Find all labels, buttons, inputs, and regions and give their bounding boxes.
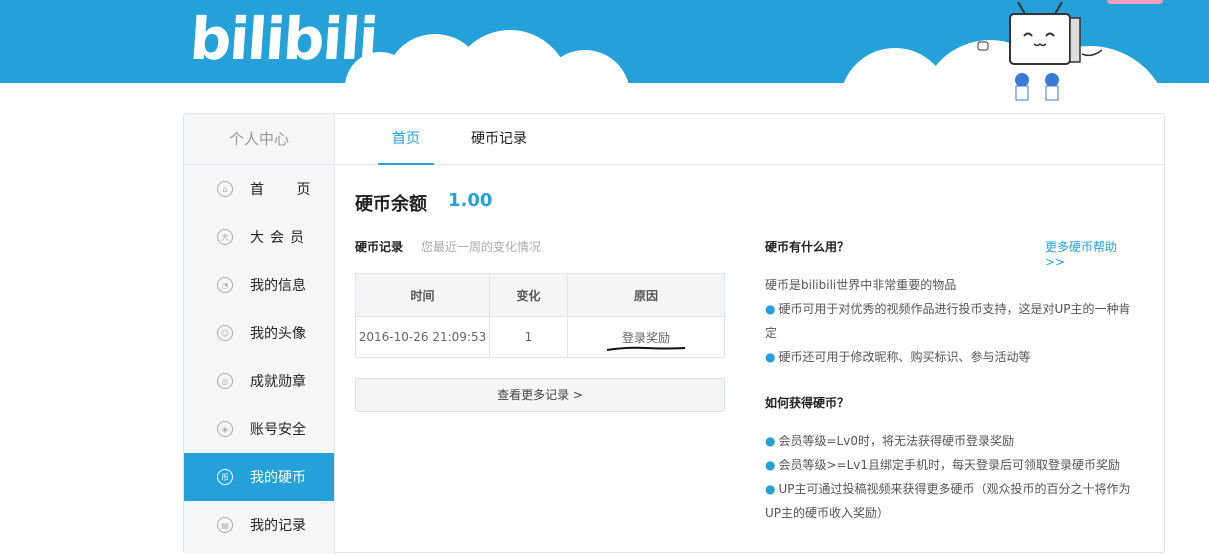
- sidebar-title: 个人中心: [184, 114, 334, 165]
- uses-intro: 硬币是bilibili世界中非常重要的物品: [765, 278, 957, 292]
- get-title: 如何获得硬币？: [765, 396, 850, 410]
- get-item: ● UP主可通过投稿视频来获得更多硬币（观众投币的百分之十将作为UP主的硬币收入奖…: [765, 477, 1135, 525]
- records-title: 硬币记录: [355, 240, 404, 254]
- sidebar-item-records[interactable]: ▤ 我的记录: [184, 501, 334, 549]
- get-item-text: UP主可通过投稿视频来获得更多硬币（观众投币的百分之十将作为UP主的硬币收入奖励…: [765, 482, 1131, 520]
- cell-time: 2016-10-26 21:09:53: [355, 316, 490, 358]
- sidebar-item-home[interactable]: ⌂ 首 页: [184, 165, 334, 213]
- sidebar-item-label: 首 页: [250, 182, 325, 198]
- column-header-time: 时间: [355, 273, 490, 317]
- tab-home[interactable]: 首页: [378, 114, 434, 165]
- sidebar-item-label: 我的硬币: [250, 470, 306, 486]
- main-panel: 个人中心 ⌂ 首 页 大 大会员 ◔ 我的信息 ☺ 我的头像 ◎ 成就勋章 ◈ …: [183, 113, 1165, 554]
- tv-mascot-icon: [977, 1, 1103, 101]
- get-item: ● 会员等级=Lv0时，将无法获得硬币登录奖励: [765, 429, 1135, 453]
- sidebar-item-label: 成就勋章: [250, 374, 306, 390]
- balance-label: 硬币余额: [355, 194, 427, 215]
- vip-icon: 大: [217, 229, 233, 245]
- record-icon: ▤: [217, 517, 233, 533]
- sidebar-item-label: 我的头像: [250, 326, 306, 342]
- coin-icon: 币: [217, 469, 233, 485]
- bullet-icon: ●: [765, 350, 776, 364]
- get-item: ● 会员等级>=Lv1且绑定手机时，每天登录后可领取登录硬币奖励: [765, 453, 1135, 477]
- sidebar-item-label: 账号安全: [250, 422, 306, 438]
- sidebar-item-label: 我的信息: [250, 278, 306, 294]
- bullet-icon: ●: [765, 434, 776, 448]
- sidebar-item-label: 大会员: [250, 230, 310, 246]
- uses-item-text: 硬币还可用于修改昵称、购买标识、参与活动等: [778, 350, 1031, 364]
- column-header-change: 变化: [489, 273, 568, 317]
- user-icon: ◔: [217, 277, 233, 293]
- tab-coin-records[interactable]: 硬币记录: [471, 114, 527, 165]
- column-header-reason: 原因: [567, 273, 725, 317]
- sidebar-item-label: 我的记录: [250, 518, 306, 534]
- table-header-row: 时间 变化 原因: [355, 273, 725, 317]
- sidebar: 个人中心 ⌂ 首 页 大 大会员 ◔ 我的信息 ☺ 我的头像 ◎ 成就勋章 ◈ …: [184, 114, 335, 554]
- home-icon: ⌂: [217, 181, 233, 197]
- medal-icon: ◎: [217, 373, 233, 389]
- records-subtitle: 您最近一周的变化情况: [421, 240, 542, 254]
- sidebar-item-vip[interactable]: 大 大会员: [184, 213, 334, 261]
- sidebar-item-avatar[interactable]: ☺ 我的头像: [184, 309, 334, 357]
- avatar-icon: ☺: [217, 325, 233, 341]
- more-help-link[interactable]: 更多硬币帮助>>: [1045, 238, 1135, 269]
- tab-bar: 首页 硬币记录: [335, 114, 1164, 165]
- bullet-icon: ●: [765, 302, 776, 316]
- uses-item-text: 硬币可用于对优秀的视频作品进行投币支持，这是对UP主的一种肯定: [765, 302, 1131, 340]
- uses-title: 硬币有什么用？: [765, 240, 850, 254]
- handwritten-underline: [606, 346, 686, 351]
- get-item-text: 会员等级=Lv0时，将无法获得硬币登录奖励: [778, 434, 1014, 448]
- uses-item: ● 硬币可用于对优秀的视频作品进行投币支持，这是对UP主的一种肯定: [765, 297, 1135, 345]
- bilibili-logo[interactable]: bilibili: [188, 5, 379, 73]
- sidebar-item-coins[interactable]: 币 我的硬币: [184, 453, 334, 501]
- view-more-records-button[interactable]: 查看更多记录 >: [355, 378, 725, 412]
- sidebar-item-security[interactable]: ◈ 账号安全: [184, 405, 334, 453]
- sidebar-item-medals[interactable]: ◎ 成就勋章: [184, 357, 334, 405]
- bullet-icon: ●: [765, 458, 776, 472]
- sidebar-item-info[interactable]: ◔ 我的信息: [184, 261, 334, 309]
- uses-item: ● 硬币还可用于修改昵称、购买标识、参与活动等: [765, 345, 1135, 369]
- get-item-text: 会员等级>=Lv1且绑定手机时，每天登录后可领取登录硬币奖励: [778, 458, 1121, 472]
- bullet-icon: ●: [765, 482, 776, 496]
- shield-icon: ◈: [217, 421, 233, 437]
- cell-change: 1: [489, 316, 568, 358]
- balance-value: 1.00: [448, 190, 493, 211]
